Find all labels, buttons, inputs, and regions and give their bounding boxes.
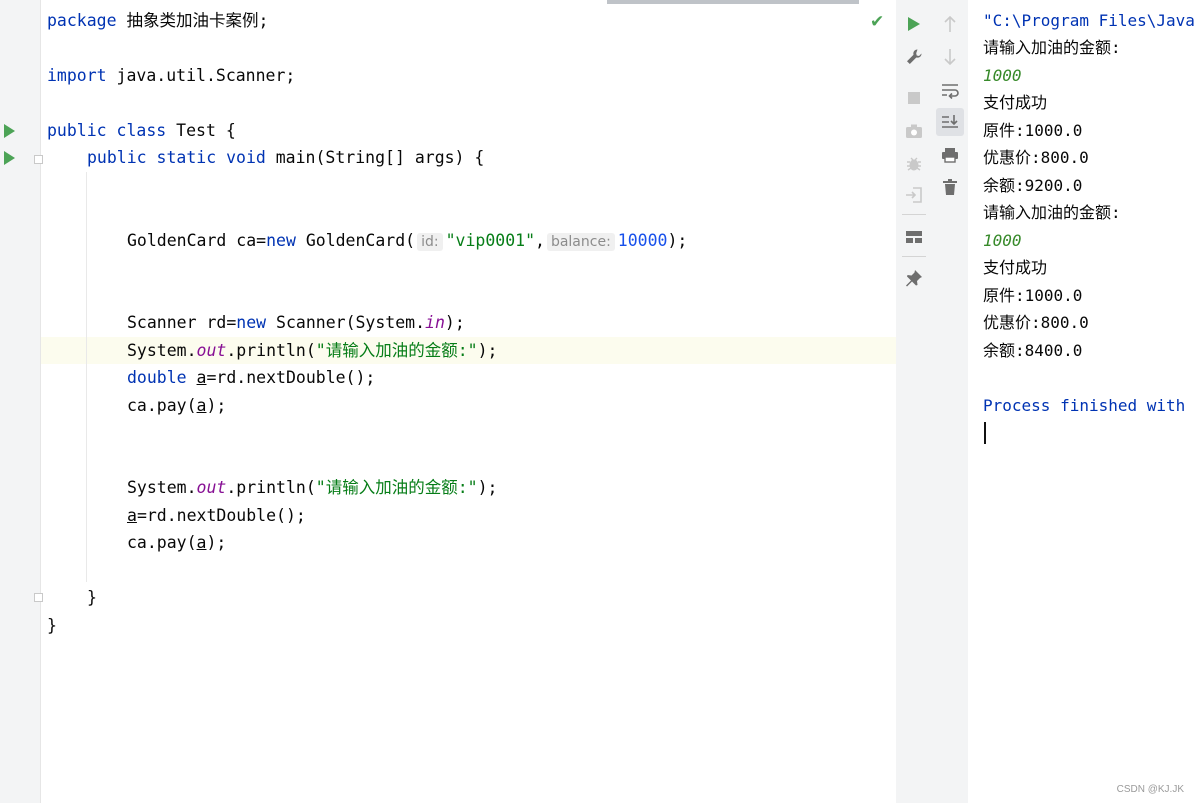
text-cursor	[984, 422, 986, 444]
console-output-line: 原件:1000.0	[983, 286, 1083, 305]
code-line[interactable]: ca.pay(a);	[127, 533, 226, 553]
run-icon[interactable]	[900, 10, 928, 38]
check-icon: ✔	[870, 12, 885, 32]
code-line[interactable]: GoldenCard ca=new GoldenCard(id: "vip0001…	[127, 231, 687, 252]
trash-icon[interactable]	[936, 173, 964, 201]
run-toolbar-left	[896, 0, 933, 803]
code-line[interactable]: double a=rd.nextDouble();	[127, 368, 375, 388]
console-output-line: 原件:1000.0	[983, 121, 1083, 140]
code-line[interactable]: import java.util.Scanner;	[47, 66, 295, 86]
scroll-to-end-icon[interactable]	[936, 108, 964, 136]
parameter-hint: balance:	[546, 233, 615, 251]
console-output-line: 请输入加油的金额:	[983, 203, 1121, 222]
code-line[interactable]: }	[87, 588, 97, 608]
console-output-line: 请输入加油的金额:	[983, 38, 1121, 57]
editor-horizontal-scrollbar[interactable]	[607, 0, 859, 4]
code-line[interactable]: System.out.println("请输入加油的金额:");	[127, 341, 497, 361]
console-output-line: 优惠价:800.0	[983, 313, 1089, 332]
console-input-line: 1000	[983, 231, 1022, 250]
code-line[interactable]: a=rd.nextDouble();	[127, 506, 306, 526]
code-line[interactable]: Scanner rd=new Scanner(System.in);	[127, 313, 465, 333]
console-output-line: 优惠价:800.0	[983, 148, 1089, 167]
code-line[interactable]: public class Test {	[47, 121, 236, 141]
print-icon[interactable]	[936, 141, 964, 169]
console-output-line: 支付成功	[983, 93, 1048, 112]
watermark: CSDN @KJ.JK	[1116, 784, 1184, 795]
camera-icon[interactable]	[900, 117, 928, 145]
toolbar-separator	[902, 256, 926, 257]
indent-guide	[86, 172, 87, 582]
fold-marker-icon[interactable]	[34, 593, 43, 602]
code-editor[interactable]: ✔ package 抽象类加油卡案例; import java.util.Sca…	[0, 0, 896, 803]
code-line[interactable]: }	[47, 616, 57, 636]
code-line[interactable]: package 抽象类加油卡案例;	[47, 11, 268, 31]
fold-marker-icon[interactable]	[34, 155, 43, 164]
stop-icon[interactable]	[900, 84, 928, 112]
layout-icon[interactable]	[900, 223, 928, 251]
console-output-line: 支付成功	[983, 258, 1048, 277]
run-gutter-icon[interactable]	[4, 124, 15, 138]
console-output-line: 余额:8400.0	[983, 341, 1083, 360]
console-output-line: 余额:9200.0	[983, 176, 1083, 195]
run-toolbar-right	[932, 0, 969, 803]
arrow-up-icon[interactable]	[936, 10, 964, 38]
run-console[interactable]: "C:\Program Files\Java 请输入加油的金额: 1000 支付…	[968, 0, 1200, 803]
soft-wrap-icon[interactable]	[936, 77, 964, 105]
wrench-icon[interactable]	[900, 43, 928, 71]
code-line[interactable]: System.out.println("请输入加油的金额:");	[127, 478, 497, 498]
toolbar-separator	[902, 214, 926, 215]
run-gutter-icon[interactable]	[4, 151, 15, 165]
console-input-line: 1000	[983, 66, 1022, 85]
code-line[interactable]: ca.pay(a);	[127, 396, 226, 416]
console-command-line: "C:\Program Files\Java	[983, 11, 1195, 30]
arrow-down-icon[interactable]	[936, 43, 964, 71]
pin-icon[interactable]	[900, 264, 928, 292]
editor-gutter	[0, 0, 41, 803]
debug-bug-icon[interactable]	[900, 150, 928, 178]
console-process-finished: Process finished with	[983, 396, 1186, 415]
login-icon[interactable]	[900, 181, 928, 209]
code-line[interactable]: public static void main(String[] args) {	[87, 148, 484, 168]
parameter-hint: id:	[417, 233, 443, 251]
